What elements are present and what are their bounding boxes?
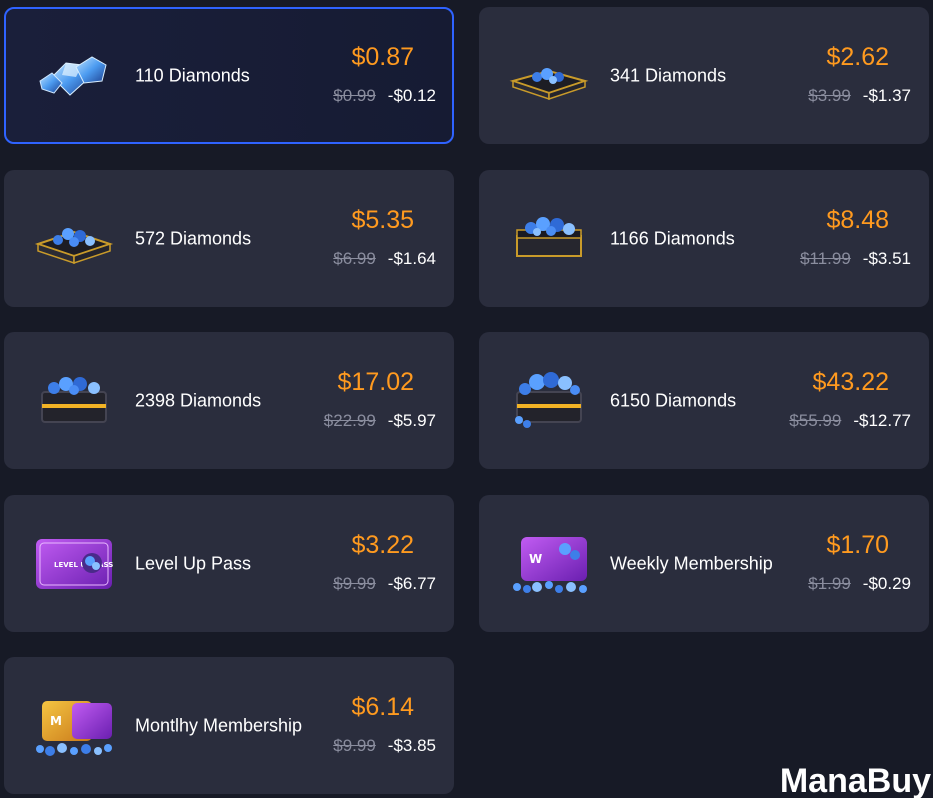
diamond-case-icon	[507, 200, 591, 276]
product-card-level-up-pass[interactable]: LEVEL UP PASS Level Up Pass $3.22 $9.99 …	[4, 495, 454, 632]
discount-amount: -$6.77	[387, 574, 436, 593]
product-name: Level Up Pass	[135, 553, 252, 573]
product-card-1166-diamonds[interactable]: 1166 Diamonds $8.48 $11.99 -$3.51	[479, 170, 929, 307]
logo-text: ManaBuy	[779, 762, 931, 798]
original-price: $1.99	[808, 574, 851, 593]
svg-text:M: M	[50, 714, 62, 728]
discount-amount: -$5.97	[387, 411, 436, 430]
monthly-membership-icon: M	[32, 687, 116, 763]
product-price: $3.22	[351, 531, 414, 559]
price-detail: $1.99 -$0.29	[808, 574, 911, 594]
product-card-weekly-membership[interactable]: W Weekly Membership $1.70 $1.99 -$0.29	[479, 495, 929, 632]
product-card-341-diamonds[interactable]: 341 Diamonds $2.62 $3.99 -$1.37	[479, 7, 929, 144]
product-card-monthly-membership[interactable]: M Montlhy Membership $6.14 $9.99 -$3.85	[4, 657, 454, 794]
product-name: 1166 Diamonds	[610, 228, 735, 248]
diamond-chest-icon	[32, 362, 116, 438]
discount-amount: -$12.77	[853, 411, 911, 430]
price-detail: $0.99 -$0.12	[333, 86, 436, 106]
product-card-572-diamonds[interactable]: 572 Diamonds $5.35 $6.99 -$1.64	[4, 170, 454, 307]
svg-text:W: W	[529, 552, 542, 566]
discount-amount: -$3.85	[387, 736, 436, 755]
diamond-topup-grid: 110 Diamonds $0.87 $0.99 -$0.12 341 Diam…	[0, 0, 933, 798]
original-price: $9.99	[333, 574, 376, 593]
original-price: $0.99	[333, 86, 376, 105]
original-price: $11.99	[800, 249, 851, 268]
product-name: 6150 Diamonds	[610, 390, 737, 410]
product-price: $43.22	[812, 368, 889, 396]
weekly-membership-icon: W	[507, 525, 591, 601]
price-detail: $9.99 -$6.77	[333, 574, 436, 594]
level-up-pass-icon: LEVEL UP PASS	[32, 525, 116, 601]
product-card-6150-diamonds[interactable]: 6150 Diamonds $43.22 $55.99 -$12.77	[479, 332, 929, 469]
price-detail: $3.99 -$1.37	[808, 86, 911, 106]
product-price: $17.02	[337, 368, 414, 396]
product-name: Weekly Membership	[610, 553, 773, 573]
product-price: $0.87	[351, 43, 414, 71]
product-price: $5.35	[351, 206, 414, 234]
product-name: 2398 Diamonds	[135, 390, 262, 410]
discount-amount: -$1.64	[387, 249, 436, 268]
price-detail: $6.99 -$1.64	[333, 249, 436, 269]
diamond-gem-icon	[32, 37, 116, 113]
discount-amount: -$3.51	[862, 249, 911, 268]
product-name: 572 Diamonds	[135, 228, 252, 248]
product-price: $2.62	[826, 43, 889, 71]
original-price: $22.99	[323, 411, 376, 430]
original-price: $3.99	[808, 86, 851, 105]
product-name: Montlhy Membership	[135, 715, 303, 735]
manabuy-logo: ManaBuy	[780, 764, 931, 798]
product-name: 341 Diamonds	[610, 65, 727, 85]
product-name: 110 Diamonds	[135, 65, 250, 85]
product-price: $1.70	[826, 531, 889, 559]
price-detail: $22.99 -$5.97	[324, 411, 436, 431]
product-price: $8.48	[826, 206, 889, 234]
product-price: $6.14	[351, 693, 414, 721]
product-card-110-diamonds[interactable]: 110 Diamonds $0.87 $0.99 -$0.12	[4, 7, 454, 144]
original-price: $55.99	[789, 411, 842, 430]
diamond-case-icon	[32, 200, 116, 276]
price-detail: $11.99 -$3.51	[800, 249, 911, 269]
product-card-2398-diamonds[interactable]: 2398 Diamonds $17.02 $22.99 -$5.97	[4, 332, 454, 469]
diamond-case-icon	[507, 37, 591, 113]
discount-amount: -$1.37	[862, 86, 911, 105]
diamond-chest-icon	[507, 362, 591, 438]
original-price: $9.99	[333, 736, 376, 755]
original-price: $6.99	[333, 249, 376, 268]
discount-amount: -$0.29	[862, 574, 911, 593]
price-detail: $9.99 -$3.85	[333, 736, 436, 756]
discount-amount: -$0.12	[387, 86, 436, 105]
price-detail: $55.99 -$12.77	[789, 411, 911, 431]
